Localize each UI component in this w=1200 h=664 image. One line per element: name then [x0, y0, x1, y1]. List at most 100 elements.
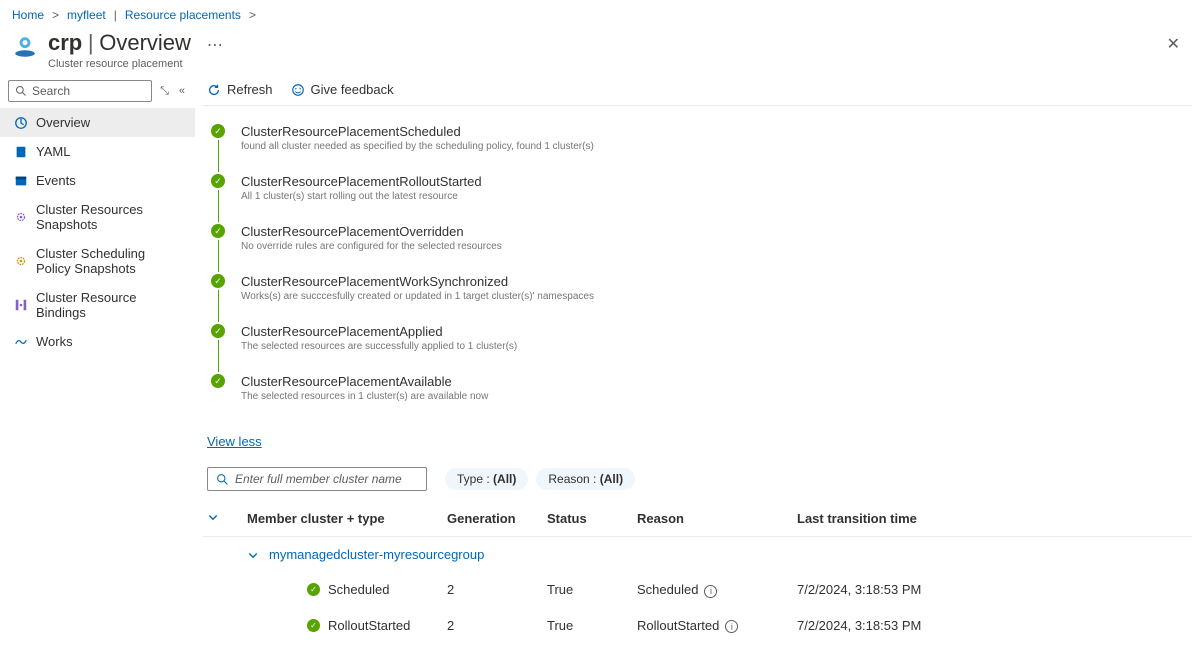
type-filter-pill[interactable]: Type : (All)	[445, 468, 528, 490]
timeline-item: ✓ClusterResourcePlacementOverriddenNo ov…	[207, 224, 1188, 274]
refresh-icon	[207, 83, 221, 97]
page-title: Overview	[99, 30, 191, 55]
cluster-name-filter-input[interactable]: Enter full member cluster name	[207, 467, 427, 491]
sidebar: Search ⤡ « Overview YAML Events Cluster …	[0, 74, 195, 643]
timeline-item: ✓ ClusterResourcePlacementRolloutStarted A…	[207, 174, 1188, 224]
nav-label: Works	[36, 334, 73, 349]
col-time[interactable]: Last transition time	[797, 511, 1188, 526]
sidebar-search-input[interactable]: Search	[8, 80, 152, 102]
placement-table: Member cluster + type Generation Status …	[203, 501, 1192, 643]
sidebar-item-works[interactable]: Works	[0, 327, 195, 356]
snapshot-icon	[14, 210, 28, 224]
sidebar-item-cluster-resource-bindings[interactable]: Cluster Resource Bindings	[0, 283, 195, 327]
cell-time: 7/2/2024, 3:18:53 PM	[797, 618, 1188, 633]
success-status-icon: ✓	[211, 274, 225, 288]
nav-label: Overview	[36, 115, 90, 130]
timeline-connector	[218, 290, 219, 322]
success-status-icon: ✓	[211, 174, 225, 188]
toolbar: Refresh Give feedback	[203, 74, 1192, 106]
timeline-title: ClusterResourcePlacementWorkSynchronized	[241, 274, 594, 289]
nav-label: Events	[36, 173, 76, 188]
success-status-icon: ✓	[307, 583, 320, 596]
success-status-icon: ✓	[307, 619, 320, 632]
timeline-description: All 1 cluster(s) start rolling out the l…	[241, 191, 482, 202]
reason-filter-pill[interactable]: Reason : (All)	[536, 468, 635, 490]
breadcrumb-fleet[interactable]: myfleet	[67, 8, 106, 22]
more-menu-icon[interactable]: ⋯	[203, 35, 227, 55]
success-status-icon: ✓	[211, 124, 225, 138]
timeline-connector	[218, 140, 219, 172]
nav-label: Cluster Scheduling Policy Snapshots	[36, 246, 181, 276]
timeline-description: found all cluster needed as specified by…	[241, 141, 594, 152]
table-header: Member cluster + type Generation Status …	[203, 501, 1192, 537]
col-generation[interactable]: Generation	[447, 511, 547, 526]
main-content: Refresh Give feedback ✓ClusterResourcePl…	[195, 74, 1200, 643]
timeline-description: Works(s) are succcesfully created or upd…	[241, 291, 594, 302]
close-icon[interactable]: ✕	[1159, 30, 1188, 58]
refresh-button[interactable]: Refresh	[207, 82, 273, 97]
collapse-sidebar-icon[interactable]: «	[177, 83, 187, 99]
cluster-link[interactable]: mymanagedcluster-myresourcegroup	[269, 547, 484, 562]
breadcrumb-section[interactable]: Resource placements	[125, 8, 241, 22]
timeline-description: The selected resources in 1 cluster(s) a…	[241, 391, 488, 402]
timeline-item: ✓ClusterResourcePlacementAppliedThe sele…	[207, 324, 1188, 374]
info-icon[interactable]: i	[725, 620, 738, 633]
sidebar-item-overview[interactable]: Overview	[0, 108, 195, 137]
nav-label: Cluster Resource Bindings	[36, 290, 181, 320]
chevron-right-icon: >	[249, 8, 256, 22]
view-less-link-container: View less	[203, 428, 1192, 463]
table-row: ✓Scheduled2TrueScheduledi7/2/2024, 3:18:…	[203, 572, 1192, 608]
resource-name: crp	[48, 30, 82, 55]
sidebar-item-cluster-resources-snapshots[interactable]: Cluster Resources Snapshots	[0, 195, 195, 239]
success-status-icon: ✓	[211, 374, 225, 388]
cell-status: True	[547, 618, 637, 633]
breadcrumb-home[interactable]: Home	[12, 8, 44, 22]
table-group-row[interactable]: mymanagedcluster-myresourcegroup	[203, 537, 1192, 572]
chevron-right-icon: >	[52, 8, 59, 22]
cell-type: ✓RolloutStarted	[247, 618, 447, 633]
cell-status: True	[547, 582, 637, 597]
timeline-connector	[218, 240, 219, 272]
nav-label: YAML	[36, 144, 70, 159]
document-icon	[14, 145, 28, 159]
pipe-separator: |	[114, 8, 117, 22]
overview-icon	[14, 116, 28, 130]
bindings-icon	[14, 298, 28, 312]
timeline-item: ✓ClusterResourcePlacementAvailableThe se…	[207, 374, 1188, 420]
expand-all-toggle[interactable]	[207, 511, 247, 526]
timeline-description: No override rules are configured for the…	[241, 241, 502, 252]
info-icon[interactable]: i	[704, 585, 717, 598]
nav-label: Cluster Resources Snapshots	[36, 202, 181, 232]
timeline-title: ClusterResourcePlacementApplied	[241, 324, 517, 339]
sidebar-item-events[interactable]: Events	[0, 166, 195, 195]
cell-type: ✓Scheduled	[247, 582, 447, 597]
sidebar-item-yaml[interactable]: YAML	[0, 137, 195, 166]
page-header: crp | Overview ⋯ Cluster resource placem…	[0, 30, 1200, 74]
timeline-connector	[218, 340, 219, 372]
sidebar-item-cluster-scheduling-policy-snapshots[interactable]: Cluster Scheduling Policy Snapshots	[0, 239, 195, 283]
works-icon	[14, 335, 28, 349]
timeline-description: The selected resources are successfully …	[241, 341, 517, 352]
col-reason[interactable]: Reason	[637, 511, 797, 526]
feedback-button[interactable]: Give feedback	[291, 82, 394, 97]
success-status-icon: ✓	[211, 224, 225, 238]
timeline-item: ✓ ClusterResourcePlacementWorkSynchronize…	[207, 274, 1188, 324]
cell-time: 7/2/2024, 3:18:53 PM	[797, 582, 1188, 597]
timeline-title: ClusterResourcePlacementRolloutStarted	[241, 174, 482, 189]
col-status[interactable]: Status	[547, 511, 637, 526]
timeline-title: ClusterResourcePlacementScheduled	[241, 124, 594, 139]
resource-type-label: Cluster resource placement	[48, 58, 1159, 70]
cell-generation: 2	[447, 618, 547, 633]
col-cluster[interactable]: Member cluster + type	[247, 511, 447, 526]
policy-snapshot-icon	[14, 254, 28, 268]
view-less-link[interactable]: View less	[207, 434, 262, 449]
chevron-down-icon	[247, 549, 259, 561]
resource-icon	[12, 34, 38, 60]
filter-bar: Enter full member cluster name Type : (A…	[203, 463, 1192, 501]
chevron-down-icon	[207, 511, 219, 523]
timeline-connector	[218, 190, 219, 222]
timeline-item: ✓ ClusterResourcePlacementScheduled found …	[207, 124, 1188, 174]
events-icon	[14, 174, 28, 188]
expand-toggle-icon[interactable]: ⤡	[158, 83, 171, 100]
cell-generation: 2	[447, 582, 547, 597]
